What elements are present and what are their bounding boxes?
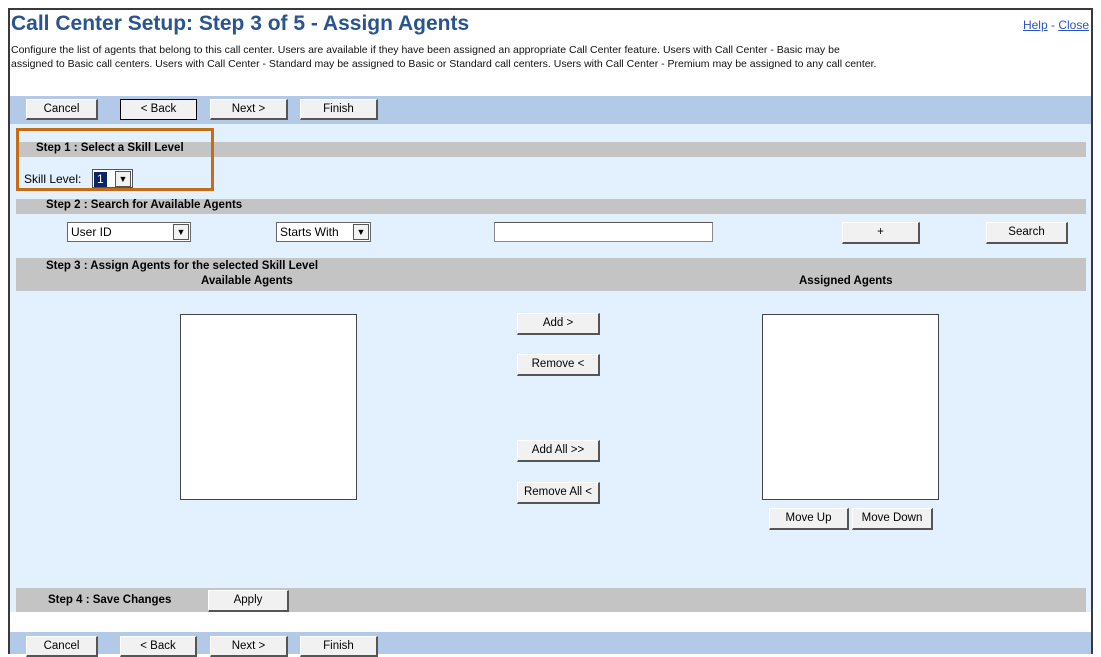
description-line-2: assigned to Basic call centers. Users wi… <box>11 58 877 70</box>
assigned-agents-list[interactable] <box>762 314 939 500</box>
step3-header-label: Step 3 : Assign Agents for the selected … <box>46 260 319 272</box>
top-links: Help - Close <box>1023 18 1089 32</box>
search-field-select[interactable]: User ID ▼ <box>67 222 191 242</box>
move-down-button[interactable]: Move Down <box>852 508 933 530</box>
search-input[interactable] <box>494 222 713 242</box>
remove-button[interactable]: Remove < <box>517 354 600 376</box>
chevron-down-icon[interactable]: ▼ <box>173 224 189 240</box>
page-title: Call Center Setup: Step 3 of 5 - Assign … <box>11 12 470 35</box>
cancel-button[interactable]: Cancel <box>26 99 98 120</box>
top-button-bar: Cancel < Back Next > Finish <box>10 96 1091 124</box>
search-mode-value: Starts With <box>280 225 339 239</box>
chevron-down-icon[interactable]: ▼ <box>353 224 369 240</box>
page-description: Configure the list of agents that belong… <box>11 43 1096 71</box>
search-button[interactable]: Search <box>986 222 1068 244</box>
add-button[interactable]: Add > <box>517 313 600 335</box>
bottom-button-bar: Cancel < Back Next > Finish <box>10 632 1091 657</box>
add-criteria-button[interactable]: + <box>842 222 920 244</box>
available-agents-list[interactable] <box>180 314 357 500</box>
help-link[interactable]: Help <box>1023 18 1048 32</box>
search-field-value: User ID <box>71 225 112 239</box>
link-separator: - <box>1047 18 1059 32</box>
description-line-1: Configure the list of agents that belong… <box>11 44 840 56</box>
apply-button[interactable]: Apply <box>208 590 289 612</box>
step3-header: Step 3 : Assign Agents for the selected … <box>16 258 1086 291</box>
back-button[interactable]: < Back <box>120 99 197 120</box>
step4-header: Step 4 : Save Changes <box>16 588 1086 612</box>
step2-header: Step 2 : Search for Available Agents <box>16 199 1086 214</box>
move-up-button[interactable]: Move Up <box>769 508 849 530</box>
step2-header-label: Step 2 : Search for Available Agents <box>46 199 243 211</box>
next-button[interactable]: Next > <box>210 99 288 120</box>
step4-header-label: Step 4 : Save Changes <box>48 594 172 606</box>
finish-button[interactable]: Finish <box>300 99 378 120</box>
search-mode-select[interactable]: Starts With ▼ <box>276 222 371 242</box>
assigned-agents-header: Assigned Agents <box>799 275 893 287</box>
remove-all-button[interactable]: Remove All < <box>517 482 600 504</box>
close-link[interactable]: Close <box>1058 18 1089 32</box>
add-all-button[interactable]: Add All >> <box>517 440 600 462</box>
step1-highlight-box <box>16 128 214 191</box>
available-agents-header: Available Agents <box>201 275 293 287</box>
